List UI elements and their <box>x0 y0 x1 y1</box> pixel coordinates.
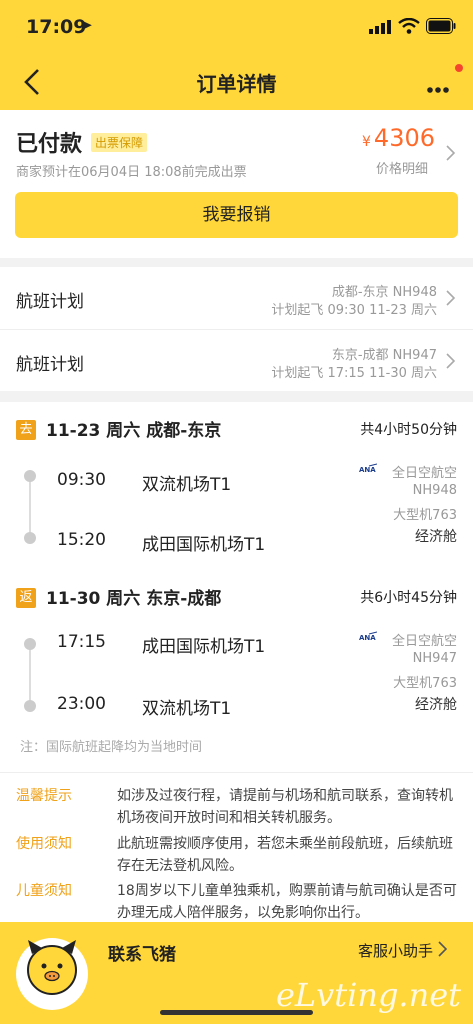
currency-symbol: ¥ <box>362 134 371 150</box>
order-status: 已付款 <box>16 132 83 157</box>
page-title: 订单详情 <box>196 72 277 96</box>
airline-name: 全日空航空 <box>391 634 457 649</box>
flight-number: NH947 <box>412 651 457 666</box>
wifi-icon <box>398 18 420 34</box>
chevron-right-icon[interactable] <box>444 144 456 162</box>
price-value: 4306 <box>373 124 435 152</box>
aircraft-type: 大型机763 <box>393 676 457 691</box>
nav-bar: 订单详情 <box>0 56 473 110</box>
location-arrow-icon: ➤ <box>80 16 93 34</box>
flight-plan-row[interactable]: 航班计划 东京-成都 NH947 计划起飞 17:15 11-30 周六 <box>0 330 473 392</box>
notice-text: 18周岁以下儿童单独乘机，购票前请与航司确认是否可办理无成人陪伴服务，以免影响你… <box>117 883 457 921</box>
flight-plan-route: 成都-东京 NH948 <box>331 285 437 300</box>
departure-time: 09:30 <box>57 470 106 490</box>
flight-detail: 17:15 成田国际机场T1 23:00 双流机场T1 ANA 全日空航空 NH… <box>0 620 473 730</box>
contact-fliggy-button[interactable]: 联系飞猪 <box>108 940 176 965</box>
local-time-note: 注：国际航班起降均为当地时间 <box>20 740 203 755</box>
notices: 温馨提示 如涉及过夜行程，请提前与机场和航司联系，查询转机机场夜间开放时间和相关… <box>0 772 473 923</box>
signal-icon <box>369 20 391 34</box>
fliggy-mascot-icon <box>16 938 88 1010</box>
order-price: ¥4306 <box>362 124 435 152</box>
airline-logo-icon: ANA <box>359 463 377 474</box>
timeline-dot <box>24 638 36 650</box>
airline-logo-icon: ANA <box>359 631 377 642</box>
departure-airport: 成田国际机场T1 <box>142 637 266 657</box>
notice-text: 此航班需按顺序使用，若您未乘坐前段航班，后续航班存在无法登机风险。 <box>117 836 453 874</box>
ticketing-eta: 商家预计在06月04日 18:08前完成出票 <box>16 165 247 180</box>
airline-name: 全日空航空 <box>391 466 457 481</box>
itinerary: 去 11-23 周六 成都-东京 共4小时50分钟 09:30 双流机场T1 1… <box>0 402 473 772</box>
chevron-right-icon <box>446 290 456 306</box>
guarantee-badge: 出票保障 <box>91 133 148 152</box>
notice-text: 如涉及过夜行程，请提前与机场和航司联系，查询转机机场夜间开放时间和相关转机服务。 <box>117 788 453 826</box>
order-summary: 已付款 出票保障 商家预计在06月04日 18:08前完成出票 ¥4306 价格… <box>0 110 473 258</box>
flight-detail: 09:30 双流机场T1 15:20 成田国际机场T1 ANA 全日空航空 NH… <box>0 452 473 562</box>
arrival-airport: 双流机场T1 <box>142 699 232 719</box>
aircraft-type: 大型机763 <box>393 508 457 523</box>
price-detail-link[interactable]: 价格明细 <box>376 158 428 177</box>
svg-text:ANA: ANA <box>359 634 376 642</box>
flight-plan-time: 计划起飞 09:30 11-23 周六 <box>271 303 437 318</box>
status-time: 17:09 <box>26 16 87 38</box>
timeline-line <box>29 476 31 536</box>
arrival-time: 15:20 <box>57 530 106 550</box>
notice-title: 儿童须知 <box>16 883 72 899</box>
flight-plan-label: 航班计划 <box>16 292 84 312</box>
timeline-line <box>29 644 31 704</box>
notice-title: 温馨提示 <box>16 788 72 804</box>
reimburse-button[interactable]: 我要报销 <box>15 192 458 238</box>
flight-number: NH948 <box>412 483 457 498</box>
flight-plan-route: 东京-成都 NH947 <box>331 348 437 363</box>
customer-service-assistant-link[interactable]: 客服小助手 <box>358 940 433 961</box>
outbound-tag: 去 <box>16 420 36 440</box>
departure-time: 17:15 <box>57 632 106 652</box>
svg-text:ANA: ANA <box>359 466 376 474</box>
timeline-dot <box>24 470 36 482</box>
timeline-dot <box>24 700 36 712</box>
notice-title: 使用须知 <box>16 836 72 852</box>
chevron-right-icon[interactable] <box>436 940 448 958</box>
cabin-class: 经济舱 <box>415 697 457 713</box>
notification-dot <box>455 64 463 72</box>
segment-header: 返 11-30 周六 东京-成都 共6小时45分钟 <box>0 570 473 610</box>
cabin-class: 经济舱 <box>415 529 457 545</box>
flight-plan-row[interactable]: 航班计划 成都-东京 NH948 计划起飞 09:30 11-23 周六 <box>0 267 473 330</box>
flight-plans: 航班计划 成都-东京 NH948 计划起飞 09:30 11-23 周六 航班计… <box>0 267 473 391</box>
timeline-dot <box>24 532 36 544</box>
more-icon[interactable] <box>418 68 458 98</box>
segment-header: 去 11-23 周六 成都-东京 共4小时50分钟 <box>0 402 473 442</box>
return-tag: 返 <box>16 588 36 608</box>
arrival-time: 23:00 <box>57 694 106 714</box>
home-indicator[interactable] <box>160 1010 313 1015</box>
chevron-right-icon <box>446 353 456 369</box>
segment-duration: 共4小时50分钟 <box>360 422 457 438</box>
status-bar: 17:09 ➤ <box>0 0 473 56</box>
segment-duration: 共6小时45分钟 <box>360 590 457 606</box>
flight-plan-time: 计划起飞 17:15 11-30 周六 <box>271 366 437 381</box>
departure-airport: 双流机场T1 <box>142 475 232 495</box>
watermark: eLvting.net <box>275 976 461 1014</box>
flight-plan-label: 航班计划 <box>16 355 84 375</box>
arrival-airport: 成田国际机场T1 <box>142 535 266 555</box>
top-bar: 17:09 ➤ 订单详情 <box>0 0 473 110</box>
footer-bar: 联系飞猪 客服小助手 eLvting.net <box>0 922 473 1024</box>
segment-route: 11-30 周六 东京-成都 <box>46 589 222 609</box>
battery-icon <box>426 18 456 34</box>
segment-route: 11-23 周六 成都-东京 <box>46 421 222 441</box>
